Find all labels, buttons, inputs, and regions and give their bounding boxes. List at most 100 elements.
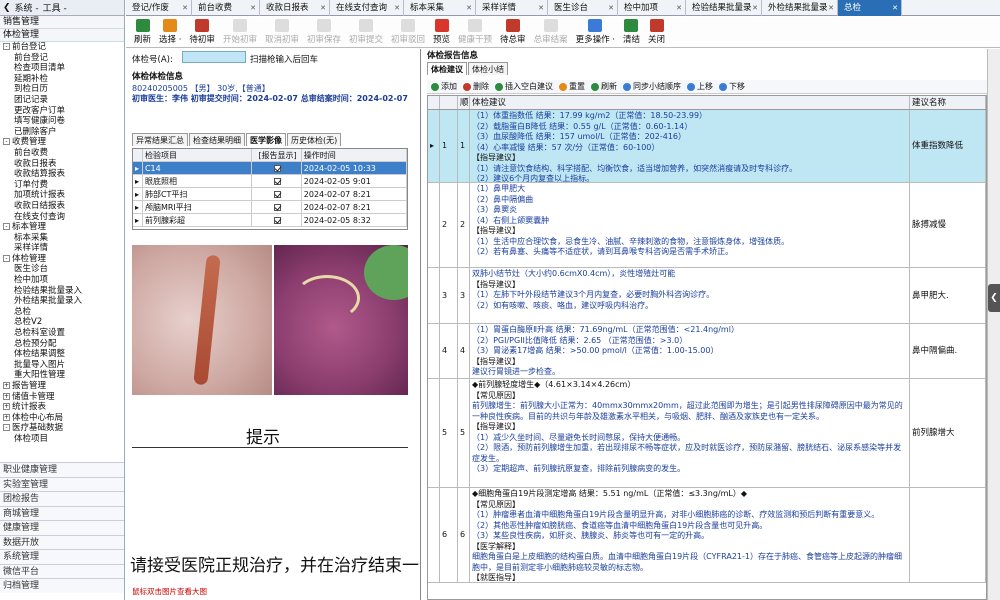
suggestion-tool-button[interactable]: 添加	[431, 81, 457, 92]
collapse-icon[interactable]: -	[3, 424, 10, 432]
nav-tree-item[interactable]: - 医疗基础数据	[0, 423, 124, 434]
doc-tab[interactable]: 前台收费 ✕	[192, 0, 260, 16]
nav-tree-item[interactable]: 体检结果调整	[0, 349, 124, 360]
nav-group[interactable]: 销售管理	[0, 16, 124, 29]
suggestion-name-cell[interactable]: 鼻甲肥大.	[910, 268, 986, 323]
report-display-checkbox[interactable]	[273, 217, 281, 224]
side-collapse-handle[interactable]: ❮	[988, 284, 1000, 312]
close-icon[interactable]: ✕	[752, 0, 758, 16]
close-icon[interactable]: ✕	[320, 0, 326, 16]
nav-tree-item[interactable]: 外检结果批量录入	[0, 296, 124, 307]
toolbar-button[interactable]: 健康干预	[454, 17, 496, 48]
doc-tab[interactable]: 收款日报表 ✕	[260, 0, 330, 16]
toolbar-button[interactable]: 关闭	[644, 17, 669, 48]
suggestion-tool-button[interactable]: 删除	[463, 81, 489, 92]
table-row[interactable]: ▸ C14 2024-02-05 10:33	[133, 162, 407, 175]
report-display-checkbox[interactable]	[273, 191, 281, 198]
result-subtab[interactable]: 医学影像	[246, 133, 286, 146]
doc-tab[interactable]: 在线支付查询 ✕	[330, 0, 404, 16]
system-menu[interactable]: 系统 -	[15, 1, 39, 14]
toolbar-button[interactable]: 初审提交	[345, 17, 387, 48]
nav-tree-item[interactable]: 重大阳性管理	[0, 370, 124, 381]
order-cell[interactable]: 5	[458, 379, 470, 487]
suggestion-row[interactable]: ▸ 1 1 （1）体重指数低 结果：17.99 kg/m2（正常值：18.50-23.…	[428, 110, 986, 183]
column-header[interactable]: [报告显示]	[252, 149, 302, 161]
medical-image-thumbnail[interactable]	[132, 245, 272, 395]
suggestion-text-cell[interactable]: （1）体重指数低 结果：17.99 kg/m2（正常值：18.50-23.99）…	[470, 110, 910, 182]
column-header[interactable]: 顺序	[458, 96, 470, 109]
suggestion-name-cell[interactable]: 鼻中隔偏曲.	[910, 324, 986, 378]
nav-tree-item[interactable]: - 标本管理	[0, 222, 124, 233]
close-icon[interactable]: ✕	[182, 0, 188, 16]
order-cell[interactable]: 4	[458, 324, 470, 378]
toolbar-button[interactable]: 开始初审	[219, 17, 261, 48]
medical-image-thumbnail[interactable]	[274, 245, 408, 395]
close-icon[interactable]: ✕	[466, 0, 472, 16]
nav-tree-item[interactable]: 批量导入图片	[0, 360, 124, 371]
close-icon[interactable]: ✕	[676, 0, 682, 16]
collapse-icon[interactable]: -	[3, 254, 10, 262]
order-cell[interactable]: 1	[458, 110, 470, 182]
report-tab[interactable]: 体检小结	[468, 62, 508, 75]
toolbar-button[interactable]: 初审驳回	[387, 17, 429, 48]
result-subtab[interactable]: 检查结果明细	[189, 133, 245, 146]
order-cell[interactable]: 6	[458, 488, 470, 582]
doc-tab[interactable]: 外检结果批量录 ✕	[762, 0, 838, 16]
nav-tree-item[interactable]: 检验结果批量录入	[0, 286, 124, 297]
suggestion-text-cell[interactable]: （1）鼻甲肥大 （2）鼻中隔偏曲 （3）鼻窦炎 （4）右侧上颌窦囊肿 【指导建议】 （1）…	[470, 183, 910, 267]
nav-group[interactable]: 数据开放	[0, 534, 124, 549]
result-subtab[interactable]: 异常结果汇总	[132, 133, 188, 146]
suggestion-text-cell[interactable]: （1）胃蛋白酶原Ⅱ升高 结果：71.69ng/mL（正常范围值：<21.4ng/…	[470, 324, 910, 378]
nav-tree-item[interactable]: 延期补检	[0, 74, 124, 85]
nav-tree-item[interactable]: + 体检中心布局	[0, 413, 124, 424]
nav-tree-item[interactable]: 检查项目清单	[0, 63, 124, 74]
expand-icon[interactable]: +	[3, 403, 10, 411]
nav-tree-item[interactable]: 收款日结报表	[0, 201, 124, 212]
table-row[interactable]: ▸ 肺部CT平扫 2024-02-07 8:21	[133, 188, 407, 201]
collapse-arrow-icon[interactable]: ❮	[3, 3, 11, 13]
doc-tab[interactable]: 登记/作废 ✕	[126, 0, 192, 16]
suggestion-tool-button[interactable]: 插入空白建议	[495, 81, 553, 92]
toolbar-button[interactable]: 刷新	[130, 17, 155, 48]
nav-tree-item[interactable]: 体检项目	[0, 434, 124, 445]
nav-tree-item[interactable]: 收款日报表	[0, 159, 124, 170]
nav-tree-item[interactable]: 检中加项	[0, 275, 124, 286]
toolbar-button[interactable]: 初审保存	[303, 17, 345, 48]
suggestion-tool-button[interactable]: 重置	[559, 81, 585, 92]
report-display-checkbox[interactable]	[273, 204, 281, 211]
toolbar-button[interactable]: 待初审	[185, 17, 219, 48]
nav-tree-item[interactable]: + 储值卡管理	[0, 392, 124, 403]
nav-group[interactable]: 团检报告	[0, 491, 124, 506]
nav-group[interactable]: 实验室管理	[0, 476, 124, 491]
suggestion-row[interactable]: 5 5 ◆前列腺轻度增生◆（4.61×3.14×4.26cm） 【常见原因】 前列腺增生…	[428, 379, 986, 488]
nav-tree-item[interactable]: - 前台登记	[0, 42, 124, 53]
nav-tree-item[interactable]: 团记记录	[0, 95, 124, 106]
expand-icon[interactable]: +	[3, 413, 10, 421]
table-row[interactable]: ▸ 前列腺彩超 2024-02-05 8:32	[133, 214, 407, 227]
nav-tree-item[interactable]: - 体检管理	[0, 254, 124, 265]
nav-tree-item[interactable]: - 收费管理	[0, 137, 124, 148]
doc-tab[interactable]: 检中加项 ✕	[618, 0, 686, 16]
nav-tree-item[interactable]: 前台登记	[0, 53, 124, 64]
expand-icon[interactable]: +	[3, 392, 10, 400]
nav-tree-item[interactable]: 订单付费	[0, 180, 124, 191]
doc-tab[interactable]: 医生诊台 ✕	[548, 0, 618, 16]
nav-tree-item[interactable]: 总检科室设置	[0, 328, 124, 339]
suggestion-row[interactable]: 3 3 双肺小结节灶（大小约0.6cmX0.4cm），炎性增殖灶可能 【指导建议】 （1…	[428, 268, 986, 324]
suggestion-text-cell[interactable]: 双肺小结节灶（大小约0.6cmX0.4cm），炎性增殖灶可能 【指导建议】 （1）左…	[470, 268, 910, 323]
exam-number-input[interactable]	[182, 51, 246, 63]
nav-tree-item[interactable]: 总检	[0, 307, 124, 318]
toolbar-button[interactable]: 预览	[429, 17, 454, 48]
suggestion-text-cell[interactable]: ◆细胞角蛋白19片段测定增高 结果：5.51 ng/mL（正常值：≤3.3ng/…	[470, 488, 910, 582]
doc-tab[interactable]: 总检 ✕	[838, 0, 902, 16]
suggestion-row[interactable]: 4 4 （1）胃蛋白酶原Ⅱ升高 结果：71.69ng/mL（正常范围值：<21.4n…	[428, 324, 986, 379]
nav-tree-item[interactable]: + 报告管理	[0, 381, 124, 392]
doc-tab[interactable]: 标本采集 ✕	[404, 0, 476, 16]
report-tab[interactable]: 体检建议	[427, 62, 467, 75]
suggestion-row[interactable]: 2 2 （1）鼻甲肥大 （2）鼻中隔偏曲 （3）鼻窦炎 （4）右侧上颌窦囊肿 【指导建议】（…	[428, 183, 986, 268]
suggestion-tool-button[interactable]: 上移	[687, 81, 713, 92]
order-cell[interactable]: 2	[458, 183, 470, 267]
suggestion-tool-button[interactable]: 下移	[719, 81, 745, 92]
report-display-checkbox[interactable]	[273, 178, 281, 185]
nav-group[interactable]: 商城管理	[0, 505, 124, 520]
